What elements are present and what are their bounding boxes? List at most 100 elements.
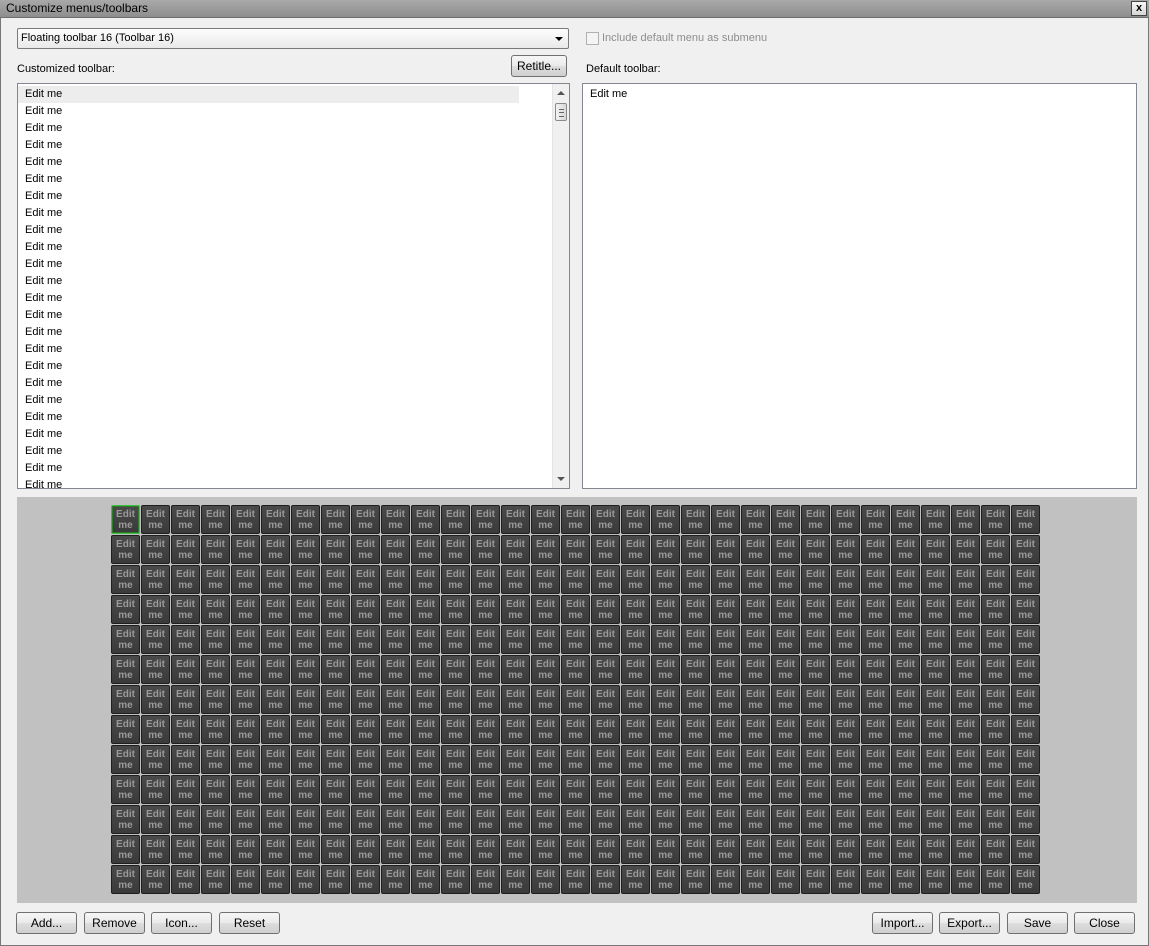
icon-tile[interactable]: Edit me [471,805,500,834]
icon-tile[interactable]: Edit me [111,865,140,894]
icon-tile[interactable]: Edit me [651,805,680,834]
icon-tile[interactable]: Edit me [831,865,860,894]
icon-tile[interactable]: Edit me [321,865,350,894]
icon-tile[interactable]: Edit me [921,835,950,864]
icon-tile[interactable]: Edit me [411,625,440,654]
icon-tile[interactable]: Edit me [381,715,410,744]
icon-tile[interactable]: Edit me [501,685,530,714]
icon-tile[interactable]: Edit me [1011,835,1040,864]
icon-tile[interactable]: Edit me [471,835,500,864]
icon-tile[interactable]: Edit me [411,535,440,564]
icon-tile[interactable]: Edit me [891,685,920,714]
icon-tile[interactable]: Edit me [111,595,140,624]
icon-tile[interactable]: Edit me [621,835,650,864]
icon-tile[interactable]: Edit me [291,505,320,534]
icon-tile[interactable]: Edit me [831,625,860,654]
icon-tile[interactable]: Edit me [741,745,770,774]
icon-tile[interactable]: Edit me [741,565,770,594]
icon-tile[interactable]: Edit me [351,715,380,744]
list-item[interactable]: Edit me [18,103,569,120]
icon-tile[interactable]: Edit me [951,805,980,834]
icon-tile[interactable]: Edit me [231,505,260,534]
icon-tile[interactable]: Edit me [261,805,290,834]
icon-tile[interactable]: Edit me [141,685,170,714]
icon-tile[interactable]: Edit me [981,715,1010,744]
icon-tile[interactable]: Edit me [261,745,290,774]
icon-tile[interactable]: Edit me [801,505,830,534]
icon-tile[interactable]: Edit me [501,775,530,804]
icon-tile[interactable]: Edit me [621,805,650,834]
icon-tile[interactable]: Edit me [411,565,440,594]
icon-tile[interactable]: Edit me [411,505,440,534]
icon-tile[interactable]: Edit me [561,805,590,834]
icon-tile[interactable]: Edit me [381,775,410,804]
icon-tile[interactable]: Edit me [1011,505,1040,534]
icon-tile[interactable]: Edit me [711,805,740,834]
icon-tile[interactable]: Edit me [501,535,530,564]
import-button[interactable]: Import... [872,912,933,934]
icon-tile[interactable]: Edit me [561,775,590,804]
icon-tile[interactable]: Edit me [951,865,980,894]
icon-tile[interactable]: Edit me [951,565,980,594]
icon-tile[interactable]: Edit me [831,685,860,714]
icon-tile[interactable]: Edit me [921,655,950,684]
icon-tile[interactable]: Edit me [831,805,860,834]
icon-tile[interactable]: Edit me [231,715,260,744]
icon-tile[interactable]: Edit me [741,625,770,654]
icon-tile[interactable]: Edit me [591,505,620,534]
icon-tile[interactable]: Edit me [291,775,320,804]
list-item[interactable]: Edit me [18,205,569,222]
icon-tile[interactable]: Edit me [831,655,860,684]
icon-tile[interactable]: Edit me [831,835,860,864]
list-item[interactable]: Edit me [583,86,1136,103]
icon-tile[interactable]: Edit me [711,715,740,744]
icon-tile[interactable]: Edit me [831,595,860,624]
icon-tile[interactable]: Edit me [531,745,560,774]
icon-tile[interactable]: Edit me [741,505,770,534]
list-item[interactable]: Edit me [18,426,569,443]
icon-tile[interactable]: Edit me [921,535,950,564]
list-item[interactable]: Edit me [18,358,569,375]
icon-tile[interactable]: Edit me [921,505,950,534]
icon-tile[interactable]: Edit me [201,595,230,624]
icon-tile[interactable]: Edit me [861,835,890,864]
icon-tile[interactable]: Edit me [711,865,740,894]
icon-tile[interactable]: Edit me [711,595,740,624]
icon-tile[interactable]: Edit me [741,835,770,864]
icon-tile[interactable]: Edit me [351,505,380,534]
icon-tile[interactable]: Edit me [381,835,410,864]
icon-tile[interactable]: Edit me [321,715,350,744]
icon-tile[interactable]: Edit me [441,595,470,624]
icon-tile[interactable]: Edit me [231,655,260,684]
list-item[interactable]: Edit me [18,239,569,256]
icon-tile[interactable]: Edit me [531,715,560,744]
save-button[interactable]: Save [1007,912,1068,934]
icon-tile[interactable]: Edit me [171,595,200,624]
icon-tile[interactable]: Edit me [141,745,170,774]
icon-tile[interactable]: Edit me [441,565,470,594]
icon-tile[interactable]: Edit me [921,775,950,804]
icon-tile[interactable]: Edit me [471,775,500,804]
icon-tile[interactable]: Edit me [291,685,320,714]
icon-tile[interactable]: Edit me [861,625,890,654]
icon-tile[interactable]: Edit me [621,865,650,894]
list-item[interactable]: Edit me [18,188,569,205]
icon-tile[interactable]: Edit me [621,715,650,744]
icon-tile[interactable]: Edit me [531,505,560,534]
icon-tile[interactable]: Edit me [921,625,950,654]
icon-tile[interactable]: Edit me [591,655,620,684]
icon-tile[interactable]: Edit me [561,625,590,654]
icon-tile[interactable]: Edit me [891,745,920,774]
icon-tile[interactable]: Edit me [141,655,170,684]
icon-tile[interactable]: Edit me [561,685,590,714]
icon-tile[interactable]: Edit me [741,685,770,714]
icon-tile[interactable]: Edit me [501,565,530,594]
icon-tile[interactable]: Edit me [741,595,770,624]
icon-tile[interactable]: Edit me [411,685,440,714]
icon-tile[interactable]: Edit me [621,685,650,714]
icon-tile[interactable]: Edit me [111,745,140,774]
icon-tile[interactable]: Edit me [921,565,950,594]
icon-tile[interactable]: Edit me [681,835,710,864]
icon-tile[interactable]: Edit me [981,745,1010,774]
icon-tile[interactable]: Edit me [711,685,740,714]
